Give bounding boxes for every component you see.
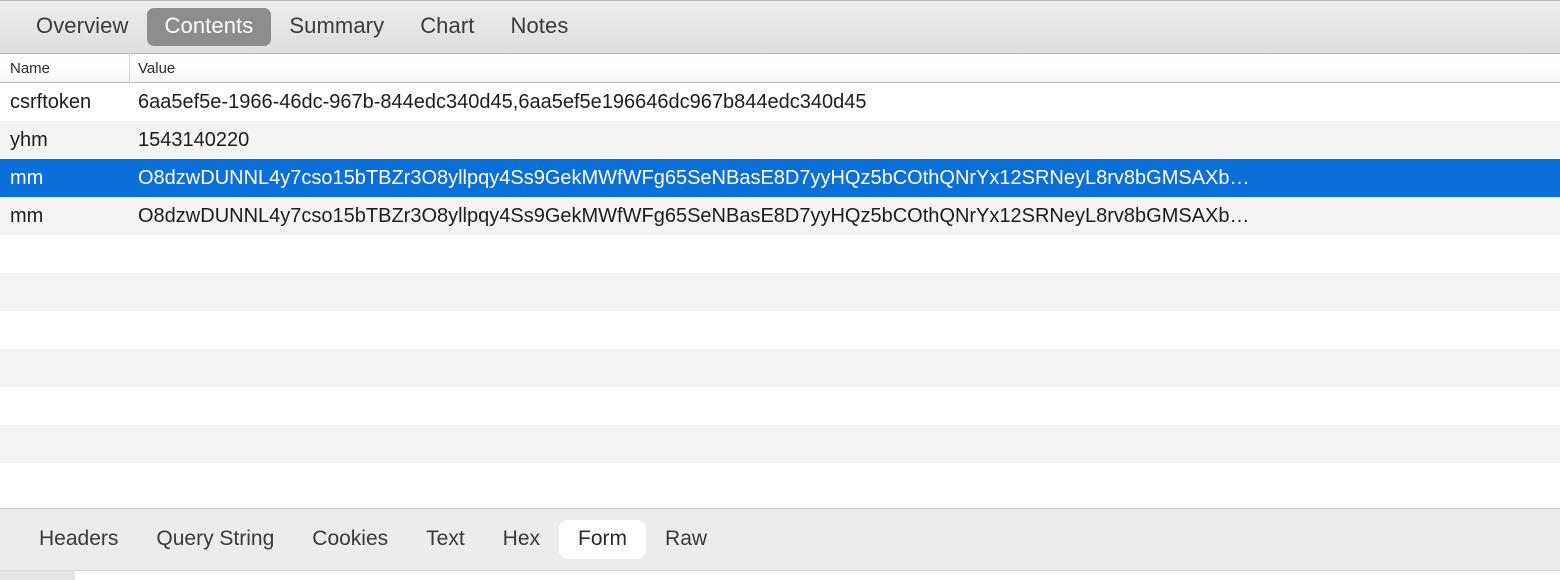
table-row-empty [0, 463, 1560, 501]
bottom-tab-bar: Headers Query String Cookies Text Hex Fo… [0, 508, 1560, 570]
tab-raw[interactable]: Raw [646, 520, 726, 559]
cell-value: O8dzwDUNNL4y7cso15bTBZr3O8yllpqy4Ss9GekM… [138, 168, 1250, 188]
table-row-selected[interactable]: mm O8dzwDUNNL4y7cso15bTBZr3O8yllpqy4Ss9G… [0, 159, 1560, 197]
lower-pane-column-two [75, 571, 1560, 580]
tab-query-string[interactable]: Query String [137, 520, 293, 559]
column-header-value[interactable]: Value [130, 54, 1560, 82]
cell-name: mm [10, 168, 44, 188]
table-row-empty [0, 273, 1560, 311]
tab-text[interactable]: Text [407, 520, 484, 559]
cell-value: 1543140220 [138, 130, 250, 150]
cell-value: 6aa5ef5e-1966-46dc-967b-844edc340d45,6aa… [138, 92, 867, 112]
table-row-empty [0, 311, 1560, 349]
tab-overview[interactable]: Overview [18, 8, 147, 46]
table-row-empty [0, 425, 1560, 463]
tab-chart[interactable]: Chart [402, 8, 492, 46]
table-column-header: Name Value [0, 54, 1560, 83]
table-row-empty [0, 387, 1560, 425]
tab-cookies[interactable]: Cookies [293, 520, 407, 559]
table-row[interactable]: yhm 1543140220 [0, 121, 1560, 159]
table-row-empty [0, 235, 1560, 273]
tab-hex[interactable]: Hex [484, 520, 559, 559]
table-row[interactable]: csrftoken 6aa5ef5e-1966-46dc-967b-844edc… [0, 83, 1560, 121]
table-row[interactable]: mm O8dzwDUNNL4y7cso15bTBZr3O8yllpqy4Ss9G… [0, 197, 1560, 235]
cell-name: mm [10, 206, 44, 226]
form-parameters-table[interactable]: csrftoken 6aa5ef5e-1966-46dc-967b-844edc… [0, 83, 1560, 508]
tab-form[interactable]: Form [559, 520, 647, 559]
table-row-empty [0, 349, 1560, 387]
tab-notes[interactable]: Notes [492, 8, 586, 46]
cell-name: csrftoken [10, 92, 92, 112]
inspector-window: Overview Contents Summary Chart Notes Na… [0, 0, 1560, 580]
tab-summary[interactable]: Summary [271, 8, 402, 46]
lower-pane-header-sliver [0, 570, 1560, 580]
lower-pane-column-one [0, 571, 75, 580]
cell-name: yhm [10, 130, 48, 150]
tab-headers[interactable]: Headers [20, 520, 137, 559]
top-tab-bar: Overview Contents Summary Chart Notes [0, 0, 1560, 54]
column-header-name[interactable]: Name [0, 54, 130, 82]
cell-value: O8dzwDUNNL4y7cso15bTBZr3O8yllpqy4Ss9GekM… [138, 206, 1250, 226]
tab-contents[interactable]: Contents [146, 8, 272, 46]
